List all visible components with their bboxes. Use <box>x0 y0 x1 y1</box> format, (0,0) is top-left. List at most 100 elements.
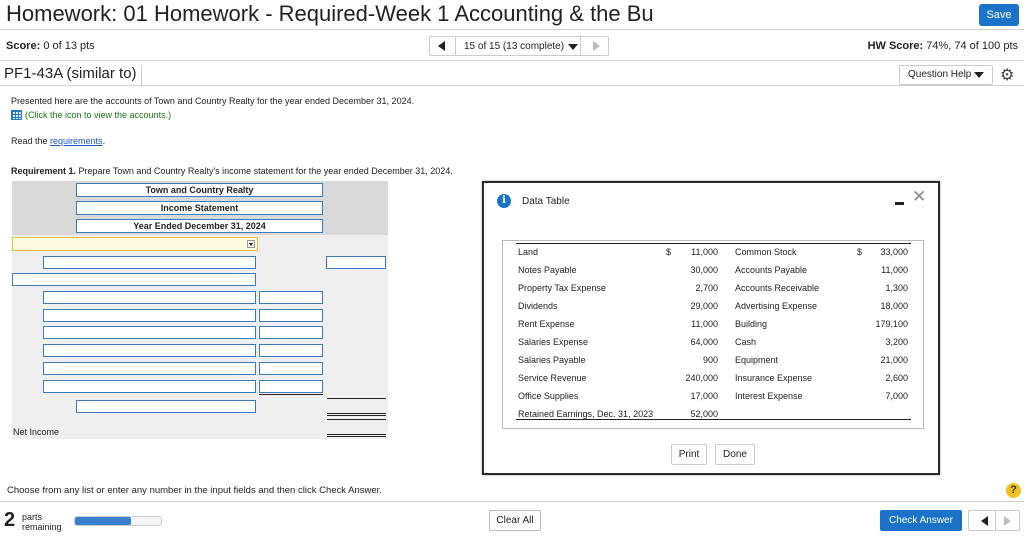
next-question-icon[interactable] <box>1004 516 1011 526</box>
hw-score: HW Score: 74%, 74 of 100 pts <box>868 40 1018 52</box>
account-input[interactable] <box>43 344 256 357</box>
account-value: 11,000 <box>691 247 718 257</box>
question-navigator: 15 of 15 (13 complete) <box>429 36 609 56</box>
company-name: Town and Country Realty <box>76 183 323 197</box>
chevron-down-icon <box>974 72 984 78</box>
check-answer-button[interactable]: Check Answer <box>880 510 962 531</box>
table-row: Rent Expense 11,000 Building 179,100 <box>516 316 911 334</box>
account-value: 3,200 <box>885 337 908 347</box>
account-value: 29,000 <box>690 301 718 311</box>
account-name: Insurance Expense <box>735 373 813 383</box>
account-value: 52,000 <box>690 409 718 419</box>
total-amount-input[interactable] <box>327 398 386 416</box>
help-icon[interactable]: ? <box>1006 483 1021 498</box>
table-row: Salaries Payable 900 Equipment 21,000 <box>516 352 911 370</box>
amount-input[interactable] <box>259 291 323 304</box>
table-row: Office Supplies 17,000 Interest Expense … <box>516 388 911 406</box>
amount-input[interactable] <box>259 380 323 393</box>
account-name: Salaries Payable <box>518 355 586 365</box>
print-button[interactable]: Print <box>671 444 707 465</box>
table-row: Salaries Expense 64,000 Cash 3,200 <box>516 334 911 352</box>
score-row: Score: 0 of 13 pts 15 of 15 (13 complete… <box>0 31 1024 61</box>
account-input[interactable] <box>43 326 256 339</box>
pager-divider <box>995 511 996 530</box>
requirement-description: Prepare Town and Country Realty's income… <box>76 166 453 176</box>
question-help-button[interactable]: Question Help <box>899 65 993 85</box>
clear-all-button[interactable]: Clear All <box>489 510 541 531</box>
currency-symbol: $ <box>857 247 863 257</box>
amount-input[interactable] <box>259 309 323 322</box>
account-input[interactable] <box>43 362 256 375</box>
next-question-icon[interactable] <box>593 41 600 51</box>
account-value: 11,000 <box>881 265 908 275</box>
score-label: Score: <box>6 40 41 52</box>
parts-remaining-label: parts remaining <box>22 512 62 532</box>
account-name: Office Supplies <box>518 391 579 401</box>
total-label-input[interactable] <box>76 400 256 413</box>
chevron-down-icon[interactable] <box>247 240 255 248</box>
info-icon: i <box>497 194 511 208</box>
currency-symbol: $ <box>666 247 672 257</box>
previous-question-icon[interactable] <box>981 516 988 526</box>
account-value: 21,000 <box>880 355 908 365</box>
data-table-dialog: i Data Table ✕ Land $ 11,000 Common Stoc… <box>482 181 940 475</box>
read-prefix: Read the <box>11 136 51 146</box>
amount-input[interactable] <box>326 256 386 269</box>
done-button[interactable]: Done <box>715 444 755 465</box>
account-name: Dividends <box>518 301 558 311</box>
previous-question-icon[interactable] <box>438 41 445 51</box>
minimize-icon[interactable] <box>895 202 904 205</box>
table-icon[interactable] <box>11 110 22 120</box>
account-value: 64,000 <box>690 337 718 347</box>
account-value: 2,700 <box>695 283 718 293</box>
net-income-input[interactable] <box>327 419 386 437</box>
account-value: 900 <box>702 355 718 365</box>
account-name: Land <box>518 247 539 257</box>
amount-input[interactable] <box>259 326 323 339</box>
score-value: 0 of 13 pts <box>43 40 95 52</box>
table-row: Land $ 11,000 Common Stock $ 33,000 <box>516 244 911 262</box>
question-selector[interactable]: 15 of 15 (13 complete) <box>464 41 564 52</box>
account-input[interactable] <box>43 291 256 304</box>
account-value: 11,000 <box>691 319 718 329</box>
account-value: 30,000 <box>690 265 718 275</box>
account-value: 33,000 <box>880 247 908 257</box>
account-input[interactable] <box>43 380 256 393</box>
section-header-input[interactable] <box>12 273 256 286</box>
page-title: Homework: 01 Homework - Required-Week 1 … <box>6 1 654 26</box>
progress-bar <box>74 516 162 526</box>
account-input[interactable] <box>43 309 256 322</box>
table-row: Service Revenue 240,000 Insurance Expens… <box>516 370 911 388</box>
statement-header: Town and Country Realty Income Statement… <box>12 181 388 235</box>
dialog-title: Data Table <box>522 196 570 207</box>
question-help-label: Question Help <box>908 69 972 80</box>
section-header-dropdown[interactable] <box>12 237 258 251</box>
chevron-down-icon[interactable] <box>568 44 578 50</box>
parts-label-line2: remaining <box>22 522 62 532</box>
account-name: Salaries Expense <box>518 337 589 347</box>
requirements-link[interactable]: requirements <box>50 136 103 146</box>
account-value: 7,000 <box>885 391 908 401</box>
accounts-table-body: Land $ 11,000 Common Stock $ 33,000 Note… <box>516 243 911 420</box>
problem-id: PF1-43A (similar to) <box>4 65 142 87</box>
requirement-label: Requirement 1. <box>11 166 77 176</box>
view-accounts-link[interactable]: (Click the icon to view the accounts.) <box>11 110 171 120</box>
account-name: Equipment <box>735 355 779 365</box>
amount-input[interactable] <box>259 344 323 357</box>
save-button[interactable]: Save <box>979 4 1019 26</box>
table-row: Retained Earnings, Dec. 31, 2023 52,000 <box>516 406 911 424</box>
score: Score: 0 of 13 pts <box>6 40 95 52</box>
close-icon[interactable]: ✕ <box>912 187 926 207</box>
amount-input[interactable] <box>259 362 323 375</box>
hw-score-label: HW Score: <box>867 40 924 52</box>
footer-divider <box>0 501 1024 502</box>
progress-fill <box>75 517 131 525</box>
nav-divider <box>455 37 456 55</box>
read-requirements-text: Read the requirements. <box>11 136 105 146</box>
account-input[interactable] <box>43 256 256 269</box>
question-pager <box>968 510 1020 531</box>
net-income-label: Net Income <box>13 427 60 437</box>
gear-icon[interactable]: ⚙ <box>1000 65 1014 85</box>
table-row: Notes Payable 30,000 Accounts Payable 11… <box>516 262 911 280</box>
account-name: Building <box>735 319 768 329</box>
